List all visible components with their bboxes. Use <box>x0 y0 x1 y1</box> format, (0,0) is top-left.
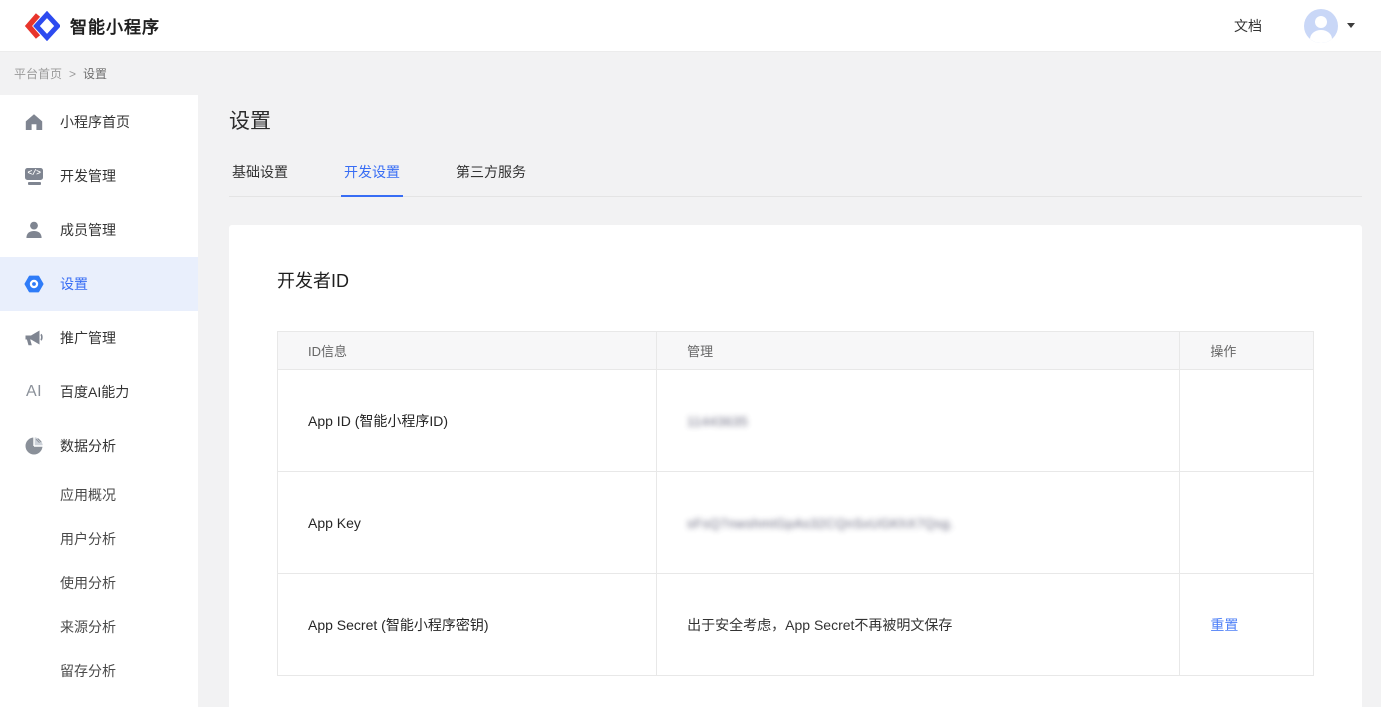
sidebar-item-dev-manage[interactable]: </> 开发管理 <box>0 149 198 203</box>
column-header-id-info: ID信息 <box>278 332 657 370</box>
app-id-label: App ID (智能小程序ID) <box>278 370 657 472</box>
developer-id-table: ID信息 管理 操作 App ID (智能小程序ID) 11443635 App… <box>277 331 1314 676</box>
column-header-manage: 管理 <box>657 332 1180 370</box>
table-row-app-secret: App Secret (智能小程序密钥) 出于安全考虑，App Secret不再… <box>278 574 1314 676</box>
chevron-down-icon[interactable] <box>1347 23 1355 28</box>
app-secret-label: App Secret (智能小程序密钥) <box>278 574 657 676</box>
breadcrumb-separator: > <box>69 67 76 81</box>
ai-icon: AI <box>24 382 44 402</box>
sidebar: 小程序首页 </> 开发管理 成员管理 <box>0 95 198 707</box>
breadcrumb-current: 设置 <box>83 65 107 82</box>
brand-logo-icon <box>24 11 60 41</box>
tab-dev-settings[interactable]: 开发设置 <box>341 162 403 197</box>
tab-bar: 基础设置 开发设置 第三方服务 <box>229 162 1362 197</box>
brand-title: 智能小程序 <box>70 13 160 38</box>
sidebar-item-label: 数据分析 <box>60 436 116 456</box>
sidebar-item-home[interactable]: 小程序首页 <box>0 95 198 149</box>
app-key-value-blurred: sFsQ7nwshmtGpAs32CQnSxUGKhX7Qsg. <box>687 516 954 531</box>
app-secret-note: 出于安全考虑，App Secret不再被明文保存 <box>657 574 1180 676</box>
main-content: 设置 基础设置 开发设置 第三方服务 开发者ID ID信息 管理 操作 App … <box>198 95 1381 707</box>
sidebar-item-label: 成员管理 <box>60 220 116 240</box>
column-header-action: 操作 <box>1180 332 1314 370</box>
top-bar: 智能小程序 文档 <box>0 0 1381 52</box>
sidebar-item-label: 设置 <box>60 274 88 294</box>
sidebar-subitem-app-overview[interactable]: 应用概况 <box>0 473 198 517</box>
code-icon: </> <box>24 166 44 186</box>
docs-link[interactable]: 文档 <box>1234 16 1262 36</box>
user-menu[interactable] <box>1304 9 1355 43</box>
table-row-app-id: App ID (智能小程序ID) 11443635 <box>278 370 1314 472</box>
page-title: 设置 <box>229 105 1362 135</box>
tab-third-party[interactable]: 第三方服务 <box>453 162 529 197</box>
sidebar-item-promotion[interactable]: 推广管理 <box>0 311 198 365</box>
sidebar-subitem-usage-analysis[interactable]: 使用分析 <box>0 561 198 605</box>
sidebar-item-members[interactable]: 成员管理 <box>0 203 198 257</box>
tab-basic-settings[interactable]: 基础设置 <box>229 162 291 197</box>
sidebar-item-label: 开发管理 <box>60 166 116 186</box>
member-icon <box>24 220 44 240</box>
sidebar-item-label: 小程序首页 <box>60 112 130 132</box>
brand: 智能小程序 <box>24 11 160 41</box>
app-id-value-blurred: 11443635 <box>687 414 748 429</box>
pie-chart-icon <box>24 436 44 456</box>
app-key-action-cell <box>1180 472 1314 574</box>
app-key-label: App Key <box>278 472 657 574</box>
reset-button[interactable]: 重置 <box>1210 617 1238 633</box>
sidebar-subitem-source-analysis[interactable]: 来源分析 <box>0 605 198 649</box>
home-icon <box>24 112 44 132</box>
megaphone-icon <box>24 328 44 348</box>
sidebar-subitem-user-analysis[interactable]: 用户分析 <box>0 517 198 561</box>
sidebar-item-label: 推广管理 <box>60 328 116 348</box>
sidebar-subitem-retention-analysis[interactable]: 留存分析 <box>0 649 198 693</box>
sidebar-item-baidu-ai[interactable]: AI 百度AI能力 <box>0 365 198 419</box>
sidebar-item-settings[interactable]: 设置 <box>0 257 198 311</box>
table-header-row: ID信息 管理 操作 <box>278 332 1314 370</box>
avatar[interactable] <box>1304 9 1338 43</box>
table-row-app-key: App Key sFsQ7nwshmtGpAs32CQnSxUGKhX7Qsg. <box>278 472 1314 574</box>
sidebar-item-label: 百度AI能力 <box>60 382 129 402</box>
app-id-action-cell <box>1180 370 1314 472</box>
card-title: 开发者ID <box>277 267 1314 293</box>
sidebar-item-data-analysis[interactable]: 数据分析 <box>0 419 198 473</box>
breadcrumb-home[interactable]: 平台首页 <box>14 65 62 82</box>
settings-icon <box>24 274 44 294</box>
breadcrumb: 平台首页 > 设置 <box>0 52 1381 95</box>
developer-id-card: 开发者ID ID信息 管理 操作 App ID (智能小程序ID) 114436… <box>229 225 1362 707</box>
